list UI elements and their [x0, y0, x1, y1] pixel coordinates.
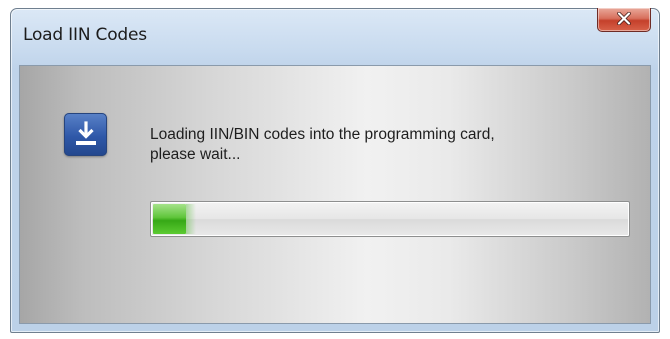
window-title: Load IIN Codes — [23, 25, 147, 45]
load-iin-codes-window: Load IIN Codes Loading IIN/BIN codes int… — [10, 8, 660, 333]
close-icon — [617, 10, 631, 29]
close-button[interactable] — [597, 8, 651, 32]
dialog-content: Loading IIN/BIN codes into the programmi… — [19, 65, 651, 324]
status-message-line-2: please wait... — [150, 146, 241, 163]
download-icon — [64, 113, 107, 156]
status-message: Loading IIN/BIN codes into the programmi… — [150, 125, 610, 165]
progress-bar-fill — [153, 204, 196, 234]
title-bar[interactable]: Load IIN Codes — [11, 8, 659, 61]
progress-bar — [150, 201, 630, 237]
status-message-line-1: Loading IIN/BIN codes into the programmi… — [150, 126, 495, 143]
